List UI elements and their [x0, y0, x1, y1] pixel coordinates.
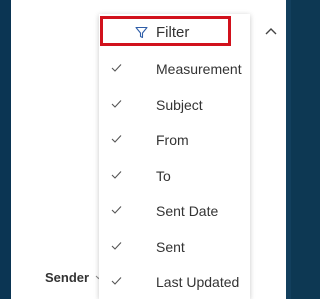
filter-option[interactable]: Filter — [99, 14, 250, 50]
checkmark-icon — [111, 206, 122, 214]
menu-item-subject[interactable]: Subject — [99, 88, 250, 124]
menu-item-label: Sent — [156, 238, 185, 255]
menu-item-sent[interactable]: Sent — [99, 230, 250, 266]
sender-column-header[interactable]: Sender — [45, 270, 89, 286]
checkmark-icon — [111, 277, 122, 285]
menu-item-last-updated[interactable]: Last Updated — [99, 265, 250, 299]
screen: Sender Filter Measurement Subject From T… — [0, 0, 291, 299]
checkmark-icon — [111, 170, 122, 179]
menu-item-label: From — [156, 132, 189, 148]
menu-item-label: Sent Date — [156, 203, 219, 219]
menu-item-to[interactable]: To — [99, 159, 250, 195]
menu-item-label: To — [156, 167, 171, 184]
menu-item-sent-date[interactable]: Sent Date — [99, 194, 250, 230]
menu-item-measurement[interactable]: Measurement — [99, 52, 250, 88]
menu-item-label: Measurement — [156, 61, 242, 77]
column-options-dropdown: Filter Measurement Subject From To Sent … — [99, 14, 250, 299]
filter-funnel-icon — [135, 26, 148, 39]
chevron-up-icon[interactable] — [264, 26, 278, 38]
checkmark-icon — [111, 241, 122, 250]
menu-item-label: Subject — [156, 96, 203, 113]
checkmark-icon — [111, 99, 122, 108]
left-dark-strip — [0, 0, 11, 299]
checkmark-icon — [111, 135, 122, 143]
column-list: Measurement Subject From To Sent Date Se… — [99, 52, 250, 299]
menu-item-from[interactable]: From — [99, 123, 250, 159]
checkmark-icon — [111, 64, 122, 72]
filter-label: Filter — [156, 24, 190, 41]
menu-item-label: Last Updated — [156, 274, 240, 290]
right-dark-rail — [286, 0, 291, 299]
